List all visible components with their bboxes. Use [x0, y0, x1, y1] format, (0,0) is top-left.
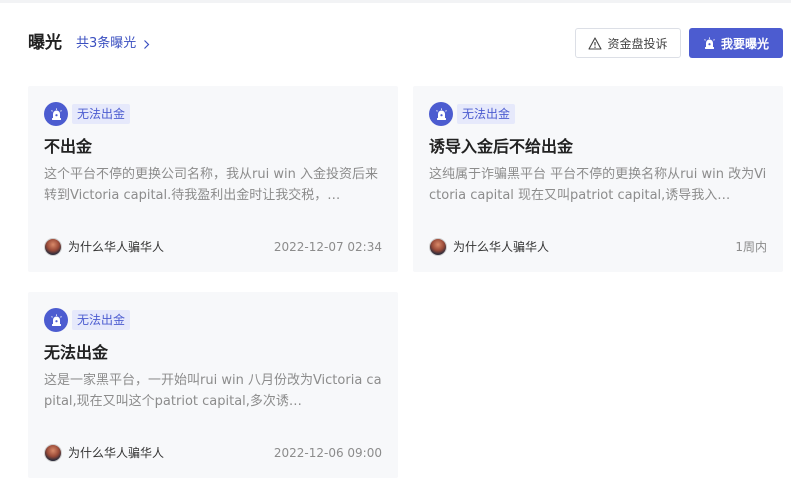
card-tag: 无法出金 — [429, 102, 516, 126]
avatar — [44, 444, 62, 462]
card-author: 为什么华人骗华人 — [44, 238, 164, 256]
alarm-bell-icon — [44, 308, 68, 332]
card-timestamp: 2022-12-07 02:34 — [273, 240, 382, 254]
card-tag: 无法出金 — [44, 102, 131, 126]
card-excerpt: 这纯属于诈骗黑平台 平台不停的更换名称从rui win 改为Victoria c… — [429, 167, 767, 203]
complaint-button[interactable]: 资金盘投诉 — [575, 28, 681, 58]
card-title: 无法出金 — [44, 343, 109, 362]
exposure-count-label: 共3条曝光 — [76, 36, 137, 51]
author-name: 为什么华人骗华人 — [68, 446, 165, 460]
alarm-bell-icon — [429, 102, 453, 126]
alarm-bell-icon — [704, 37, 715, 49]
card-author: 为什么华人骗华人 — [429, 238, 549, 256]
card-timestamp: 2022-12-06 09:00 — [273, 446, 382, 460]
card-timestamp: 1周内 — [735, 240, 767, 254]
card-tag-label: 无法出金 — [72, 310, 131, 330]
exposure-panel: 曝光 共3条曝光 资金盘投诉 我要曝光 无法出金 不出金 这个平台不停的更换公司… — [0, 0, 791, 495]
complaint-button-label: 资金盘投诉 — [607, 36, 668, 51]
expose-button-label: 我要曝光 — [720, 36, 769, 51]
author-name: 为什么华人骗华人 — [453, 240, 550, 254]
top-divider — [0, 0, 791, 3]
card-author: 为什么华人骗华人 — [44, 444, 164, 462]
exposure-card[interactable]: 无法出金 不出金 这个平台不停的更换公司名称，我从rui win 入金投资后来转… — [28, 86, 398, 272]
expose-button[interactable]: 我要曝光 — [689, 28, 783, 58]
exposure-count-link[interactable]: 共3条曝光 — [76, 35, 152, 53]
card-tag-label: 无法出金 — [72, 104, 131, 124]
avatar — [429, 238, 447, 256]
card-excerpt: 这个平台不停的更换公司名称，我从rui win 入金投资后来转到Victoria… — [44, 167, 378, 203]
chevron-right-icon — [144, 39, 150, 49]
card-excerpt: 这是一家黑平台，一开始叫rui win 八月份改为Victoria capita… — [44, 373, 382, 409]
alarm-bell-icon — [44, 102, 68, 126]
exposure-card[interactable]: 无法出金 诱导入金后不给出金 这纯属于诈骗黑平台 平台不停的更换名称从rui w… — [413, 86, 783, 272]
warning-triangle-icon — [588, 36, 603, 50]
avatar — [44, 238, 62, 256]
section-title: 曝光 — [28, 33, 62, 53]
card-title: 不出金 — [44, 137, 93, 156]
exposure-card[interactable]: 无法出金 无法出金 这是一家黑平台，一开始叫rui win 八月份改为Victo… — [28, 292, 398, 478]
card-title: 诱导入金后不给出金 — [429, 137, 574, 156]
card-tag-label: 无法出金 — [457, 104, 516, 124]
author-name: 为什么华人骗华人 — [68, 240, 165, 254]
card-tag: 无法出金 — [44, 308, 131, 332]
